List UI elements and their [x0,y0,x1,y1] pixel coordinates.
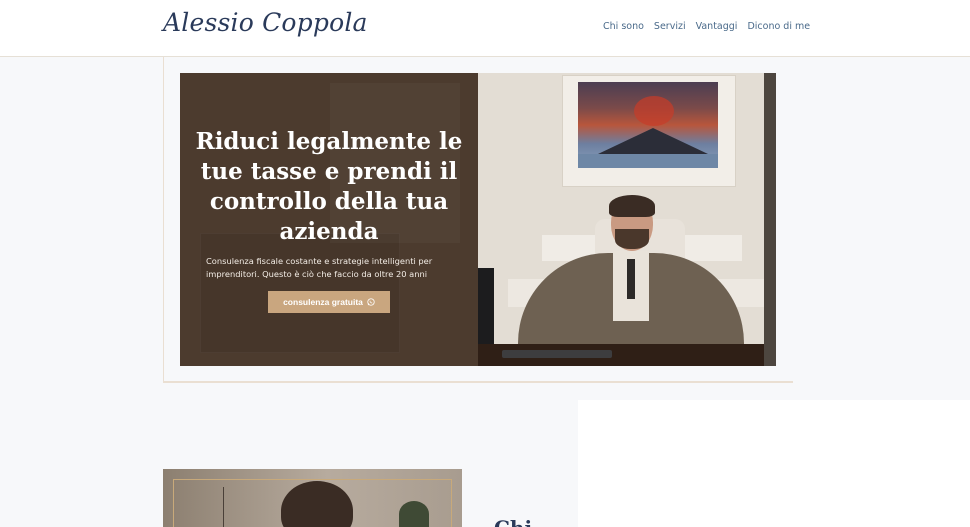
nav-link-servizi[interactable]: Servizi [654,21,686,32]
person-tie [627,259,635,299]
hero-subtitle: Consulenza fiscale costante e strategie … [206,256,433,279]
hero-text-panel: Riduci legalmente le tue tasse e prendi … [180,73,478,366]
free-consultation-button[interactable]: consulenza gratuita [268,291,390,313]
nav-link-dicono-di-me[interactable]: Dicono di me [747,21,810,32]
whatsapp-icon [367,298,375,306]
person-beard [615,229,649,249]
vesuvius-painting [578,82,718,168]
nav-link-vantaggi[interactable]: Vantaggi [696,21,738,32]
main-nav: Chi sono Servizi Vantaggi Dicono di me [603,21,810,32]
hero-photo [478,73,776,366]
painting-volcano [598,128,708,154]
photo-edge [764,73,776,366]
hero-section: Riduci legalmente le tue tasse e prendi … [180,73,776,366]
cta-label: consulenza gratuita [283,297,363,307]
keyboard [502,350,612,358]
painting-smoke [634,96,674,126]
about-photo [163,469,462,527]
nav-link-chi-sono[interactable]: Chi sono [603,21,644,32]
hero-title: Riduci legalmente le tue tasse e prendi … [195,128,463,245]
site-logo[interactable]: Alessio Coppola [163,8,368,37]
person-hair [609,195,655,217]
painting-sea [578,154,718,168]
about-heading: Chi [494,516,532,527]
about-side-panel [578,400,970,527]
photo-frame-decoration [173,479,452,527]
site-header: Alessio Coppola Chi sono Servizi Vantagg… [0,0,970,57]
